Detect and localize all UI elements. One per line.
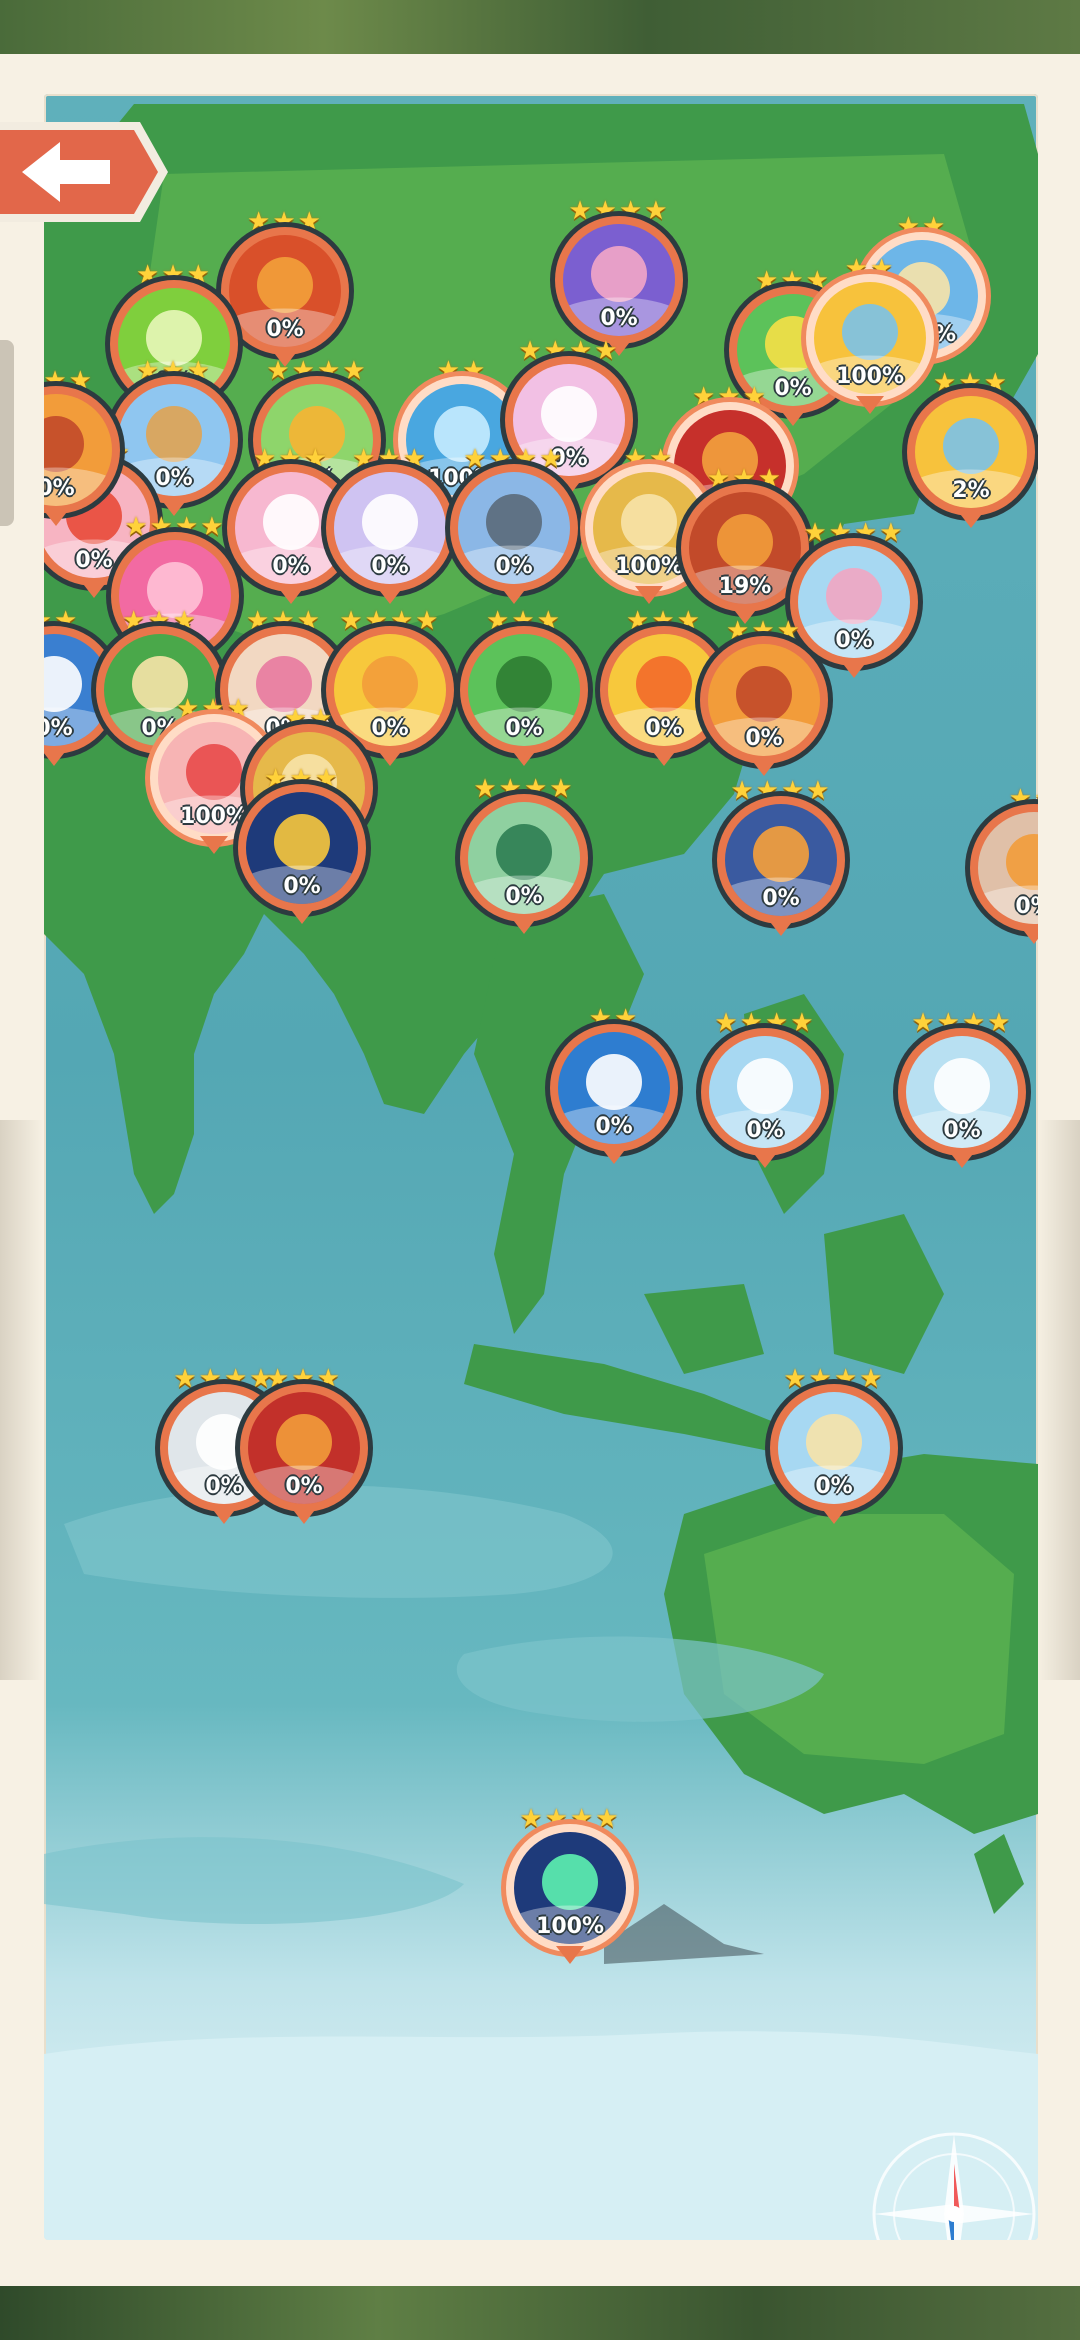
marker-pin <box>376 748 404 766</box>
marker-pin <box>44 508 70 526</box>
marker-pin <box>290 1506 318 1524</box>
location-marker[interactable]: ★★★0% <box>694 616 834 792</box>
marker-pin <box>856 396 884 414</box>
marker-pin <box>44 748 68 766</box>
location-marker[interactable]: ★★★★0% <box>764 1364 904 1540</box>
land-borneo <box>644 1284 764 1374</box>
marker-pin <box>600 1146 628 1164</box>
location-marker[interactable]: ★★100% <box>800 254 940 430</box>
frame-shadow-right <box>1036 1120 1080 1680</box>
location-marker[interactable]: ★★★0% <box>234 1364 374 1540</box>
location-marker[interactable]: ★★★0% <box>44 366 126 542</box>
completion-percent: 0% <box>745 726 783 751</box>
marker-pin <box>957 510 985 528</box>
completion-percent: 100% <box>536 1914 604 1939</box>
marker-pin <box>840 660 868 678</box>
completion-percent: 0% <box>943 1118 981 1143</box>
marker-pin <box>650 748 678 766</box>
marker-pin <box>500 586 528 604</box>
completion-percent: 100% <box>836 364 904 389</box>
completion-percent: 0% <box>762 886 800 911</box>
marker-pin <box>277 586 305 604</box>
completion-percent: 0% <box>44 476 75 501</box>
location-marker[interactable]: ★★★0% <box>454 606 594 782</box>
location-marker[interactable]: ★★★★ 100% <box>500 1804 640 1980</box>
land-indonesia <box>464 1344 804 1454</box>
location-marker[interactable]: ★★★★0% <box>454 774 594 950</box>
marker-pin <box>948 1150 976 1168</box>
completion-percent: 0% <box>815 1474 853 1499</box>
back-button[interactable] <box>0 112 168 232</box>
location-marker[interactable]: ★★★★0% <box>711 776 851 952</box>
completion-percent: 0% <box>371 554 409 579</box>
completion-percent: 0% <box>495 554 533 579</box>
compass-rose-icon <box>872 2132 1036 2240</box>
completion-percent: 0% <box>595 1114 633 1139</box>
location-marker[interactable]: ★★★★0% <box>695 1008 835 1184</box>
marker-pin <box>751 1150 779 1168</box>
location-marker[interactable]: ★★★★0% <box>444 444 584 620</box>
completion-percent: 0% <box>505 884 543 909</box>
marker-pin <box>750 758 778 776</box>
marker-pin <box>820 1506 848 1524</box>
location-marker[interactable]: ★★★0% <box>320 444 460 620</box>
location-marker[interactable]: ★★0% <box>964 784 1038 960</box>
land-islands-1 <box>824 1214 944 1374</box>
marker-pin <box>1020 926 1038 944</box>
shallow-water-3 <box>44 1837 464 1924</box>
location-marker[interactable]: ★★★0% <box>232 764 372 940</box>
location-marker[interactable]: ★★★★0% <box>892 1008 1032 1184</box>
marker-pin <box>376 586 404 604</box>
world-map[interactable]: ★★★0%★★★0%★★★★0%★★100%★★★0%★★★0%★★★★0%★★… <box>44 94 1038 2240</box>
marker-pin <box>200 836 228 854</box>
marker-pin <box>510 916 538 934</box>
marker-pin <box>635 586 663 604</box>
completion-percent: 0% <box>600 306 638 331</box>
game-background-bottom <box>0 2286 1080 2340</box>
completion-percent: 0% <box>266 317 304 342</box>
top-bar-overlay <box>0 0 1080 54</box>
compass <box>864 2124 1038 2240</box>
completion-percent: 0% <box>1015 894 1038 919</box>
completion-percent: 0% <box>746 1118 784 1143</box>
marker-pin <box>556 1946 584 1964</box>
frame-shadow-left <box>0 1120 44 1680</box>
completion-percent: 0% <box>283 874 321 899</box>
completion-percent: 0% <box>505 716 543 741</box>
completion-percent: 2% <box>952 478 990 503</box>
side-panel-tab[interactable] <box>0 340 14 526</box>
marker-pin <box>510 748 538 766</box>
completion-percent: 0% <box>285 1474 323 1499</box>
location-marker[interactable]: ★★0% <box>544 1004 684 1180</box>
marker-pin <box>288 906 316 924</box>
land-new-zealand <box>974 1834 1024 1914</box>
arrow-left-icon <box>0 122 168 222</box>
marker-pin <box>767 918 795 936</box>
marker-pin <box>80 580 108 598</box>
